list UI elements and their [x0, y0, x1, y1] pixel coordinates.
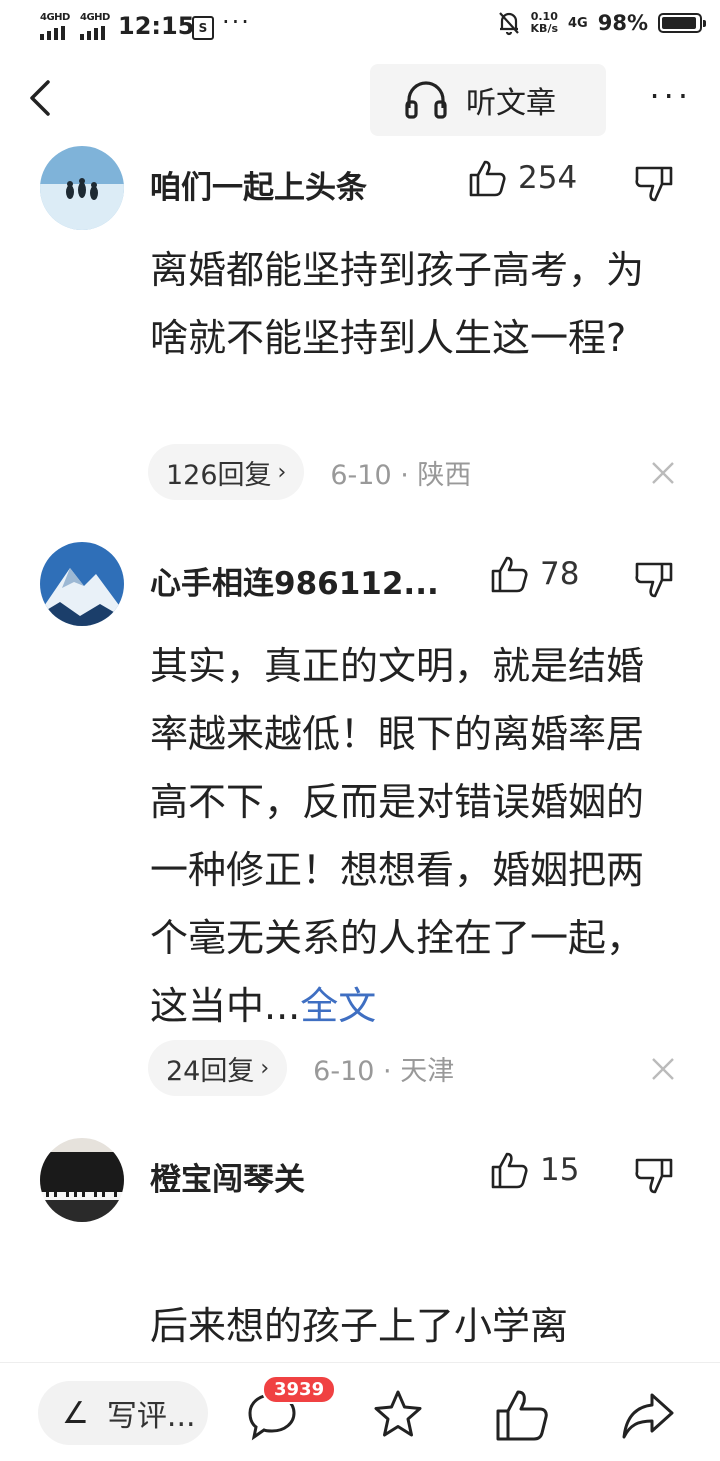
network-type-label: 4GHD: [40, 12, 70, 23]
thumbs-down-icon: [635, 562, 673, 598]
date-location: 6-10 · 陕西: [330, 459, 472, 491]
full-text-link[interactable]: 全文: [300, 984, 376, 1028]
thumbs-down-icon: [635, 166, 673, 202]
chevron-right-icon: ›: [260, 1055, 270, 1081]
like-button[interactable]: 78: [490, 554, 579, 594]
comment-count-badge: 3939: [262, 1375, 337, 1404]
avatar[interactable]: [40, 1138, 124, 1222]
comment-body: 离婚都能坚持到孩子高考，为啥就不能坚持到人生这一程?: [150, 248, 645, 360]
top-nav: 听文章 ···: [0, 62, 720, 138]
thumbs-up-icon: [491, 556, 528, 593]
comment-location: 陕西: [417, 459, 472, 491]
dislike-button[interactable]: [634, 560, 674, 600]
thumbs-up-icon: [496, 1390, 548, 1441]
thumbs-up-icon: [491, 1152, 528, 1189]
status-right: 0.10 KB/s 4G 98%: [497, 10, 706, 36]
dismiss-button[interactable]: [648, 1054, 678, 1084]
network-indicators: 4GHD 4GHD: [40, 12, 112, 40]
date-location: 6-10 · 天津: [313, 1055, 455, 1087]
sms-icon: S: [192, 16, 214, 40]
bottom-action-bar: ∠ 写评... 3939: [0, 1362, 720, 1461]
signal-4g-icon: 4G: [568, 15, 588, 31]
back-button[interactable]: [22, 76, 66, 120]
comment-date: 6-10: [330, 459, 392, 491]
chevron-left-icon: [30, 80, 50, 116]
close-icon: [652, 462, 674, 484]
dislike-button[interactable]: [634, 164, 674, 204]
thumbs-up-icon: [469, 160, 506, 197]
username[interactable]: 咱们一起上头条: [150, 162, 367, 207]
reply-count: 24回复: [166, 1055, 255, 1087]
like-count: 78: [540, 556, 580, 592]
share-button[interactable]: [618, 1385, 678, 1445]
comment-body: 后来想的孩子上了小学离: [150, 1304, 569, 1348]
penguins-avatar-image: [40, 146, 124, 230]
comment-text: 后来想的孩子上了小学离: [150, 1292, 670, 1360]
avatar[interactable]: [40, 542, 124, 626]
reply-count: 126回复: [166, 459, 272, 491]
notification-more-icon: ···: [222, 8, 251, 36]
like-count: 254: [518, 160, 578, 196]
comment-text: 离婚都能坚持到孩子高考，为啥就不能坚持到人生这一程?: [150, 236, 670, 372]
listen-article-button[interactable]: 听文章: [370, 64, 606, 136]
network-signal-2: 4GHD: [80, 12, 112, 40]
more-options-button[interactable]: ···: [649, 80, 692, 112]
mute-bell-icon: [498, 12, 519, 36]
network-type-label: 4GHD: [80, 12, 110, 23]
share-arrow-icon: [622, 1393, 674, 1439]
network-speed: 0.10 KB/s: [531, 11, 558, 35]
battery-percent: 98%: [597, 11, 648, 35]
comment-body: 其实，真正的文明，就是结婚率越来越低！眼下的离婚率居高不下，反而是对错误婚姻的一…: [150, 644, 645, 1028]
write-placeholder: 写评...: [106, 1399, 196, 1434]
replies-button[interactable]: 126回复 ›: [148, 444, 305, 500]
dislike-button[interactable]: [634, 1156, 674, 1196]
pen-icon: ∠: [62, 1395, 89, 1431]
chevron-right-icon: ›: [277, 459, 287, 485]
thumbs-down-icon: [635, 1158, 673, 1194]
headphones-icon: [405, 81, 447, 119]
battery-icon: [658, 13, 706, 33]
like-article-button[interactable]: [492, 1385, 552, 1445]
comment-meta: 126回复 › 6-10 · 陕西: [148, 444, 471, 500]
favorite-button[interactable]: [368, 1385, 428, 1445]
like-count: 15: [540, 1152, 580, 1188]
comment-meta: 24回复 › 6-10 · 天津: [148, 1040, 454, 1096]
piano-avatar-image: [40, 1138, 124, 1222]
clock: 12:15: [118, 12, 195, 40]
comment-text: 其实，真正的文明，就是结婚率越来越低！眼下的离婚率居高不下，反而是对错误婚姻的一…: [150, 632, 670, 1040]
avatar[interactable]: [40, 146, 124, 230]
star-icon: [374, 1390, 422, 1437]
speed-unit: KB/s: [530, 22, 559, 35]
comment-location: 天津: [400, 1055, 455, 1087]
write-comment-input[interactable]: ∠ 写评...: [38, 1381, 208, 1445]
username[interactable]: 心手相连986112...: [150, 558, 439, 603]
network-signal-1: 4GHD: [40, 12, 72, 40]
status-bar: 4GHD 4GHD 12:15 S ··· 0.10 KB/s 4G 98%: [0, 0, 720, 56]
like-button[interactable]: 254: [468, 158, 577, 198]
like-button[interactable]: 15: [490, 1150, 579, 1190]
mountain-avatar-image: [40, 542, 124, 626]
comment-date: 6-10: [313, 1055, 375, 1087]
replies-button[interactable]: 24回复 ›: [148, 1040, 288, 1096]
listen-label: 听文章: [466, 86, 556, 121]
close-icon: [652, 1058, 674, 1080]
dismiss-button[interactable]: [648, 458, 678, 488]
username[interactable]: 橙宝闯琴关: [150, 1154, 305, 1199]
